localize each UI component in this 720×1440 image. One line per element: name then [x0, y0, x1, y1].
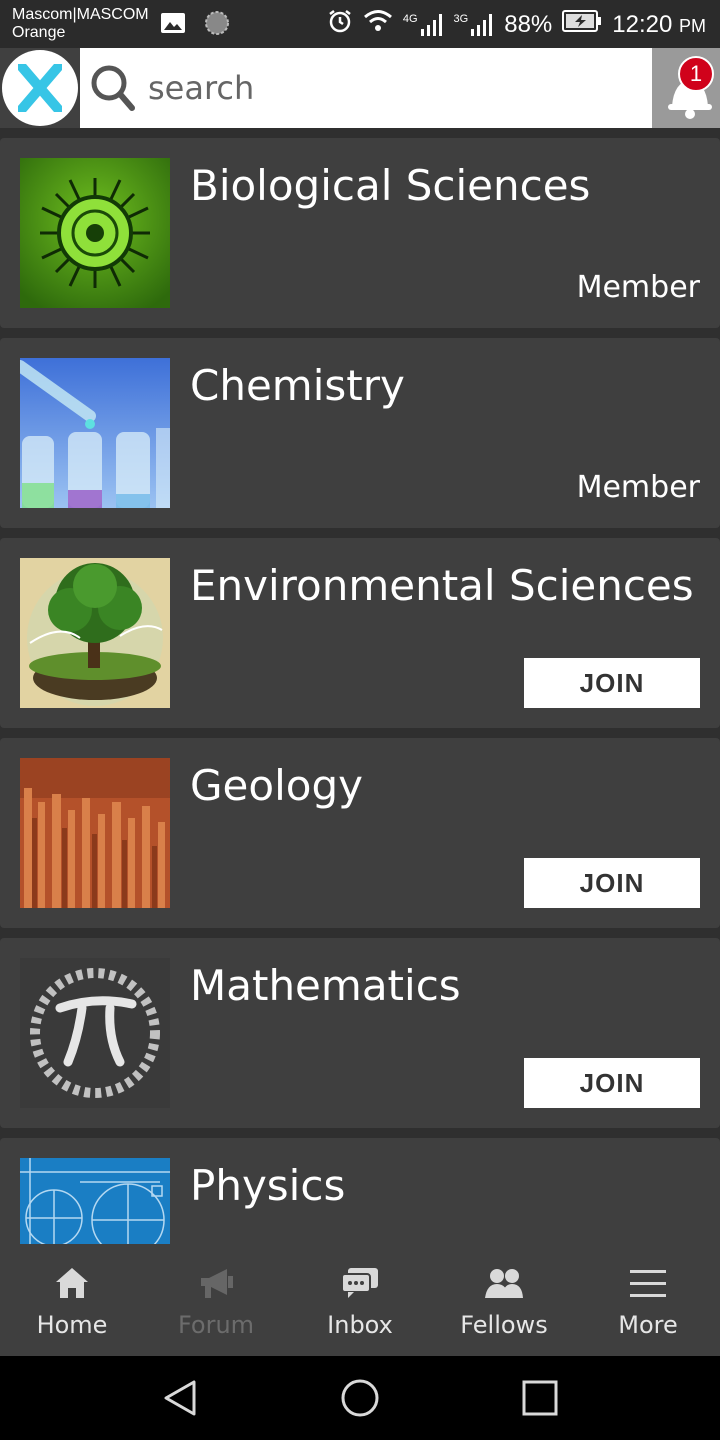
nav-inbox[interactable]: Inbox [288, 1244, 432, 1356]
home-icon [56, 1268, 88, 1298]
group-card[interactable]: Geology JOIN [0, 738, 720, 928]
group-title: Environmental Sciences [190, 561, 694, 610]
search-icon [91, 65, 135, 111]
signal-icon: 4G [403, 13, 444, 37]
carrier-line-1: Mascom|MASCOM [12, 6, 149, 23]
tree-globe-image [20, 558, 170, 708]
x-logo-icon [18, 64, 62, 112]
carrier-line-2: Orange [12, 24, 66, 41]
app-logo-button[interactable] [2, 50, 78, 126]
group-card[interactable]: Biological Sciences Member [0, 138, 720, 328]
groups-list[interactable]: Biological Sciences Member Chemistry Mem… [0, 128, 720, 1244]
back-icon[interactable] [160, 1378, 200, 1418]
group-title: Mathematics [190, 961, 461, 1010]
join-button[interactable]: JOIN [524, 1058, 700, 1108]
image-icon [160, 11, 186, 39]
group-title: Chemistry [190, 361, 405, 410]
physics-diagram-image [20, 1158, 170, 1244]
circle-status-icon [204, 10, 230, 40]
pi-chalkboard-image [20, 958, 170, 1108]
member-status: Member [576, 470, 700, 505]
test-tubes-image [20, 358, 170, 508]
notifications-button[interactable]: 1 [652, 48, 720, 128]
search-input[interactable] [148, 69, 618, 107]
nav-label: Forum [177, 1311, 255, 1339]
carrier-name: Mascom|MASCOM Orange [12, 6, 149, 42]
signal-3g-icon: 3G [454, 13, 495, 37]
nav-label: Home [36, 1311, 108, 1339]
join-button[interactable]: JOIN [524, 658, 700, 708]
app-header: 1 [0, 48, 720, 128]
recents-icon[interactable] [520, 1378, 560, 1418]
group-title: Biological Sciences [190, 161, 591, 210]
alarm-icon [327, 8, 353, 41]
nav-label: Fellows [460, 1311, 548, 1339]
nav-fellows[interactable]: Fellows [432, 1244, 576, 1356]
group-card[interactable]: Chemistry Member [0, 338, 720, 528]
join-button[interactable]: JOIN [524, 858, 700, 908]
clock: 12:20 PM [612, 10, 706, 38]
status-bar: Mascom|MASCOM Orange 4G 3G 88% 12:20 PM [0, 0, 720, 48]
notification-badge: 1 [678, 56, 714, 92]
people-icon [485, 1269, 523, 1298]
nav-home[interactable]: Home [0, 1244, 144, 1356]
chat-icon [341, 1268, 378, 1298]
nav-label: More [618, 1311, 678, 1339]
nav-more[interactable]: More [576, 1244, 720, 1356]
nav-forum[interactable]: Forum [144, 1244, 288, 1356]
group-card[interactable]: Mathematics JOIN [0, 938, 720, 1128]
member-status: Member [576, 270, 700, 305]
battery-charging-icon [562, 10, 602, 39]
wifi-icon [363, 9, 393, 40]
megaphone-icon [201, 1269, 233, 1298]
canyon-image [20, 758, 170, 908]
virus-image [20, 158, 170, 308]
group-card[interactable]: Environmental Sciences JOIN [0, 538, 720, 728]
search-bar[interactable] [80, 48, 652, 128]
nav-label: Inbox [327, 1311, 393, 1339]
home-circle-icon[interactable] [340, 1378, 380, 1418]
group-card[interactable]: Physics [0, 1138, 720, 1244]
group-title: Geology [190, 761, 363, 810]
menu-icon [630, 1270, 666, 1297]
system-navigation-bar [0, 1356, 720, 1440]
bottom-navigation: Home Forum Inbox Fellows More [0, 1244, 720, 1356]
battery-percent: 88% [504, 10, 553, 38]
group-title: Physics [190, 1161, 346, 1210]
